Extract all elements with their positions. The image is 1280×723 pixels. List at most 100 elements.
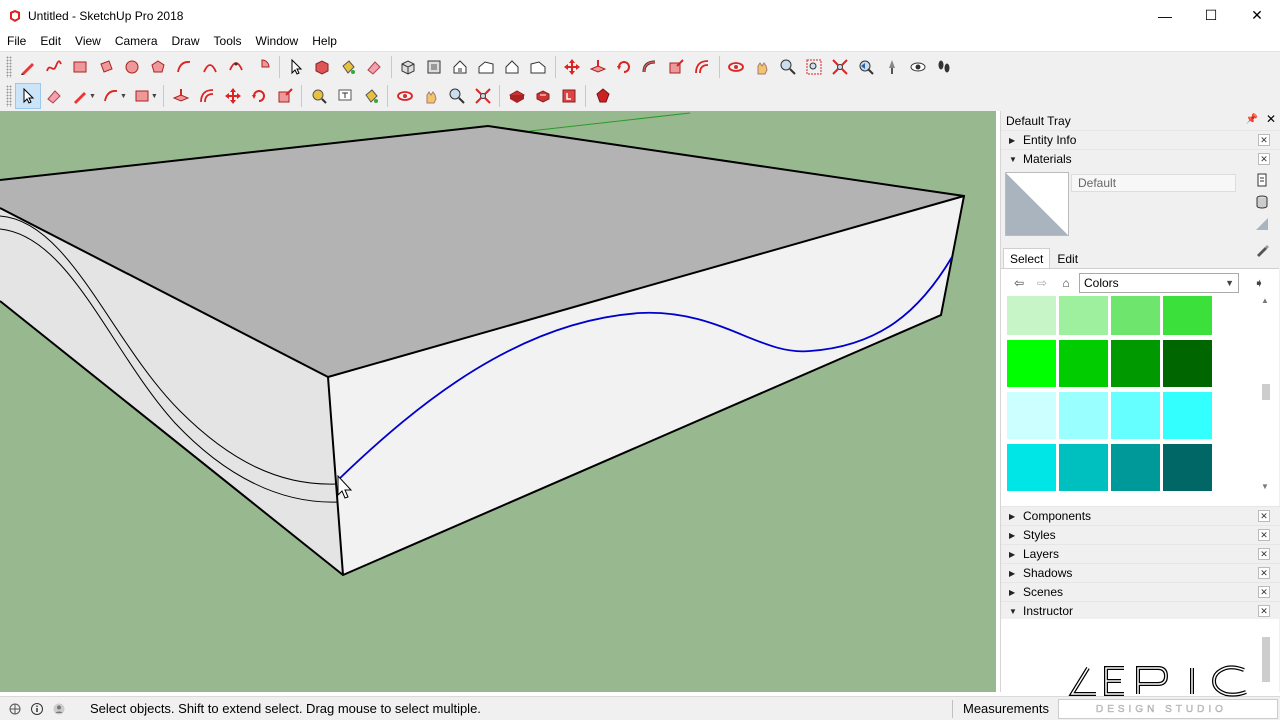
model-canvas[interactable] [0, 111, 996, 692]
close-panel-icon[interactable]: ✕ [1258, 567, 1270, 579]
material-swatch[interactable] [1163, 340, 1212, 387]
paint-bucket-tool-icon[interactable] [358, 83, 384, 109]
zoom-window-icon[interactable] [801, 54, 827, 80]
close-panel-icon[interactable]: ✕ [1258, 134, 1270, 146]
chevron-down-icon[interactable]: ▼ [89, 93, 96, 100]
make-component-icon[interactable] [309, 54, 335, 80]
zoom-extents-icon[interactable] [827, 54, 853, 80]
tape-measure-icon[interactable] [306, 83, 332, 109]
swatch-scrollbar[interactable]: ▲ ▼ [1259, 296, 1273, 494]
extension-manager-icon[interactable] [590, 83, 616, 109]
material-swatch[interactable] [1111, 296, 1160, 335]
orbit-icon[interactable] [723, 54, 749, 80]
eraser-tool-icon[interactable] [41, 83, 67, 109]
forward-arrow-icon[interactable]: ⇨ [1034, 275, 1050, 291]
menu-camera[interactable]: Camera [108, 31, 165, 51]
circle-icon[interactable] [119, 54, 145, 80]
zoom-extents-tool-icon[interactable] [470, 83, 496, 109]
menu-tools[interactable]: Tools [207, 31, 249, 51]
material-swatch[interactable] [1059, 340, 1108, 387]
expand-triangle-icon[interactable]: ▶ [1009, 588, 1019, 597]
material-swatch[interactable] [1111, 340, 1160, 387]
home-icon[interactable]: ⌂ [1058, 275, 1074, 291]
close-button[interactable]: ✕ [1234, 0, 1280, 31]
offset-icon[interactable] [689, 54, 715, 80]
pan-tool-icon[interactable] [418, 83, 444, 109]
material-swatch[interactable] [1007, 392, 1056, 439]
offset-tool-icon[interactable] [194, 83, 220, 109]
material-swatch[interactable] [1007, 296, 1056, 335]
panel-entity-info[interactable]: ▶ Entity Info ✕ [1001, 130, 1280, 149]
material-preview-swatch[interactable] [1005, 172, 1069, 236]
collapse-triangle-icon[interactable]: ▼ [1009, 607, 1019, 616]
iso-view-icon[interactable] [395, 54, 421, 80]
scale-tool-icon[interactable] [272, 83, 298, 109]
close-panel-icon[interactable]: ✕ [1258, 586, 1270, 598]
close-panel-icon[interactable]: ✕ [1258, 153, 1270, 165]
menu-file[interactable]: File [0, 31, 33, 51]
close-panel-icon[interactable]: ✕ [1258, 548, 1270, 560]
menu-edit[interactable]: Edit [33, 31, 68, 51]
panel-materials[interactable]: ▼ Materials ✕ [1001, 149, 1280, 168]
minimize-button[interactable]: — [1142, 0, 1188, 31]
expand-triangle-icon[interactable]: ▶ [1009, 569, 1019, 578]
toolbar-grip[interactable] [6, 85, 12, 107]
panel-shadows[interactable]: ▶ Shadows ✕ [1001, 563, 1280, 582]
material-swatch[interactable] [1163, 296, 1212, 335]
three-point-arc-icon[interactable] [223, 54, 249, 80]
material-name-field[interactable]: Default [1071, 174, 1236, 192]
expand-triangle-icon[interactable]: ▶ [1009, 512, 1019, 521]
maximize-button[interactable]: ☐ [1188, 0, 1234, 31]
rotate-icon[interactable] [611, 54, 637, 80]
right-view-icon[interactable] [473, 54, 499, 80]
toolbar-grip[interactable] [6, 55, 12, 78]
walk-icon[interactable] [931, 54, 957, 80]
chevron-down-icon[interactable]: ▼ [120, 93, 127, 100]
expand-triangle-icon[interactable]: ▶ [1009, 550, 1019, 559]
collapse-triangle-icon[interactable]: ▼ [1009, 155, 1019, 164]
scrollbar-thumb[interactable] [1262, 384, 1270, 400]
create-material-icon[interactable] [1254, 194, 1270, 210]
material-swatch[interactable] [1059, 296, 1108, 335]
scroll-up-icon[interactable]: ▲ [1261, 296, 1269, 305]
material-swatch[interactable] [1163, 392, 1212, 439]
material-swatch[interactable] [1111, 392, 1160, 439]
expand-triangle-icon[interactable]: ▶ [1009, 136, 1019, 145]
display-secondary-icon[interactable] [1254, 172, 1270, 188]
material-swatch[interactable] [1007, 444, 1056, 491]
tab-select[interactable]: Select [1003, 248, 1051, 268]
position-camera-icon[interactable] [879, 54, 905, 80]
select-icon[interactable] [283, 54, 309, 80]
details-arrow-icon[interactable]: ➧ [1251, 275, 1267, 291]
user-icon[interactable] [52, 702, 66, 716]
rotate-tool-icon[interactable] [246, 83, 272, 109]
orbit-tool-icon[interactable] [392, 83, 418, 109]
pin-icon[interactable]: 📌 [1246, 114, 1258, 125]
material-swatch[interactable] [1111, 444, 1160, 491]
rectangle-icon[interactable] [67, 54, 93, 80]
scale-icon[interactable] [663, 54, 689, 80]
extension-warehouse-icon[interactable] [530, 83, 556, 109]
menu-help[interactable]: Help [305, 31, 344, 51]
menu-window[interactable]: Window [249, 31, 306, 51]
panel-scenes[interactable]: ▶ Scenes ✕ [1001, 582, 1280, 601]
push-pull-tool-icon[interactable] [168, 83, 194, 109]
rotated-rectangle-icon[interactable] [93, 54, 119, 80]
modeling-viewport[interactable] [0, 111, 996, 692]
close-tray-icon[interactable]: ✕ [1266, 112, 1276, 126]
material-swatch[interactable] [1007, 340, 1056, 387]
tab-edit[interactable]: Edit [1050, 248, 1085, 268]
pencil-icon[interactable] [15, 54, 41, 80]
panel-layers[interactable]: ▶ Layers ✕ [1001, 544, 1280, 563]
push-pull-icon[interactable] [585, 54, 611, 80]
expand-triangle-icon[interactable]: ▶ [1009, 531, 1019, 540]
follow-me-icon[interactable] [637, 54, 663, 80]
zoom-tool-icon[interactable] [444, 83, 470, 109]
close-panel-icon[interactable]: ✕ [1258, 510, 1270, 522]
front-view-icon[interactable] [447, 54, 473, 80]
polygon-icon[interactable] [145, 54, 171, 80]
material-swatch[interactable] [1059, 392, 1108, 439]
select-tool-icon[interactable] [15, 83, 41, 109]
sample-paint-icon[interactable] [1254, 242, 1270, 258]
scroll-down-icon[interactable]: ▼ [1261, 482, 1269, 491]
